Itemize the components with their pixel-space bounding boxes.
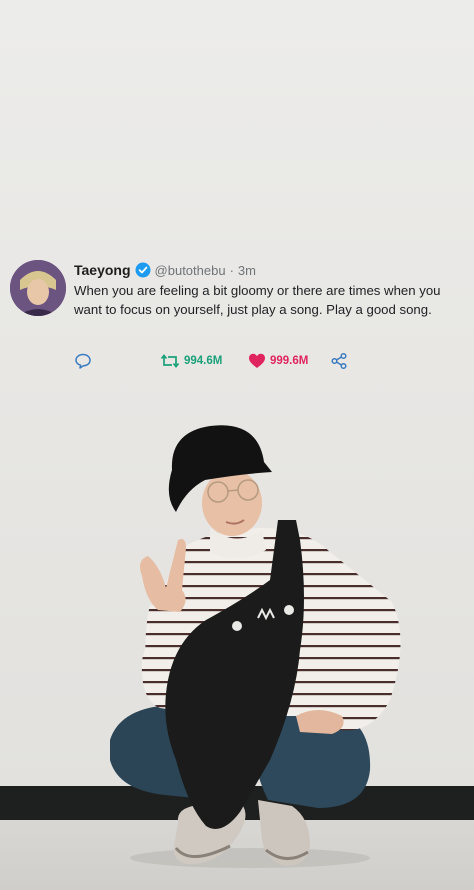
- person-photo: [110, 425, 401, 868]
